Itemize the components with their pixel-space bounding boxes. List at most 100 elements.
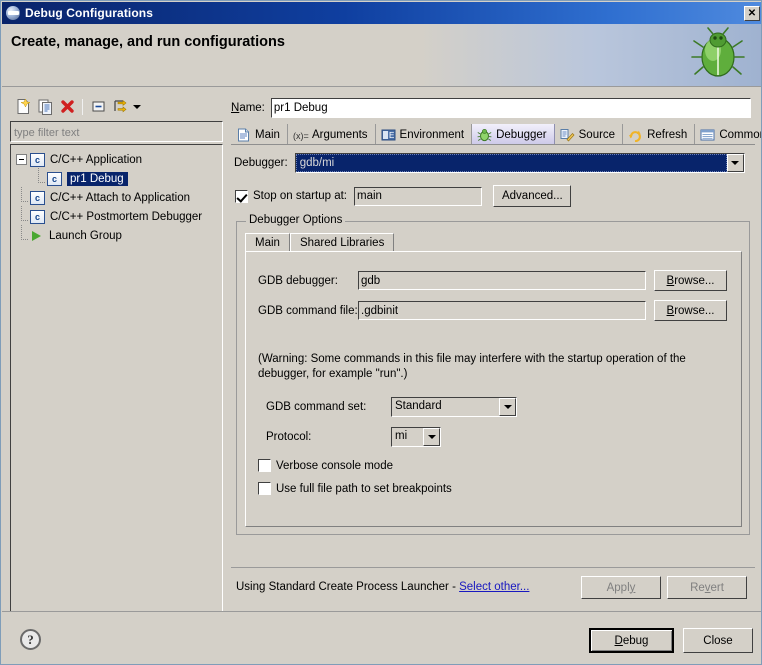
stop-on-startup-label: Stop on startup at: (253, 190, 347, 202)
tab-main[interactable]: Main (231, 124, 288, 145)
debugger-label: Debugger: (234, 157, 288, 169)
stop-on-startup-checkbox[interactable] (235, 189, 248, 203)
debugger-select-value: gdb/mi (295, 154, 727, 172)
chevron-down-icon[interactable] (423, 428, 440, 446)
inner-tab-main[interactable]: Main (245, 233, 290, 252)
source-pencil-icon (560, 128, 575, 142)
use-full-file-path-label: Use full file path to set breakpoints (276, 482, 452, 495)
configuration-editor-panel: Name: Main (x)= (231, 93, 761, 608)
configurations-tree-panel: c C/C++ Application c pr1 Debug c C/C++ … (9, 93, 224, 664)
gdb-command-file-warning: (Warning: Some commands in this file may… (258, 353, 686, 380)
tab-label: Common (719, 128, 762, 141)
close-button[interactable]: Close (683, 628, 753, 653)
tree-item-label: C/C++ Postmortem Debugger (50, 210, 203, 223)
use-full-file-path-row[interactable]: Use full file path to set breakpoints (258, 482, 452, 495)
title-bar: Debug Configurations ✕ (2, 2, 761, 24)
tree-guide (16, 187, 28, 203)
inner-tab-shared-libraries[interactable]: Shared Libraries (289, 233, 395, 252)
protocol-value: mi (392, 428, 423, 446)
configurations-tree[interactable]: c C/C++ Application c pr1 Debug c C/C++ … (10, 144, 223, 664)
chevron-down-icon[interactable] (726, 154, 744, 172)
help-icon[interactable]: ? (20, 629, 41, 650)
tab-common[interactable]: Common (695, 124, 762, 145)
tree-item-cpp-application[interactable]: c C/C++ Application (11, 150, 222, 169)
tree-item-label: C/C++ Application (50, 153, 143, 166)
tree-guide (16, 206, 28, 222)
use-full-file-path-checkbox[interactable] (258, 482, 271, 495)
name-row: Name: (231, 98, 755, 118)
verbose-console-mode-label: Verbose console mode (276, 459, 393, 472)
arguments-xe-icon: (x)= (293, 128, 309, 142)
tree-item-launch-group[interactable]: Launch Group (11, 225, 222, 245)
delete-red-x-icon[interactable] (56, 96, 78, 118)
select-other-launcher-link[interactable]: Select other... (459, 581, 529, 593)
tree-item-pr1-debug[interactable]: c pr1 Debug (11, 168, 222, 188)
c-file-icon: c (30, 190, 45, 205)
tree-item-label: C/C++ Attach to Application (50, 191, 191, 204)
tab-debugger[interactable]: Debugger (472, 124, 555, 145)
gdb-command-file-browse-button[interactable]: Browse... (654, 300, 727, 321)
environment-icon: E (381, 128, 396, 142)
filter-arrows-icon[interactable] (109, 96, 131, 118)
dialog-header: Create, manage, and run configurations (2, 24, 761, 87)
gdb-command-file-label: GDB command file: (258, 304, 358, 317)
protocol-label: Protocol: (266, 431, 312, 443)
gdb-debugger-label: GDB debugger: (258, 274, 338, 287)
verbose-console-mode-row[interactable]: Verbose console mode (258, 459, 393, 472)
svg-text:(x)=: (x)= (293, 131, 309, 141)
launcher-status: Using Standard Create Process Launcher -… (236, 581, 529, 593)
configuration-tabs: Main (x)= Arguments E Environment Debugg… (231, 123, 761, 145)
document-icon (236, 128, 251, 142)
c-file-icon: c (30, 152, 45, 167)
stop-on-startup-row: Stop on startup at: Advanced... (235, 185, 571, 207)
gdb-command-set-label: GDB command set: (266, 401, 367, 413)
gdb-debugger-browse-button[interactable]: Browse... (654, 270, 727, 291)
tab-arguments[interactable]: (x)= Arguments (287, 124, 376, 145)
gdb-command-set-row: GDB command set: Standard (266, 397, 517, 417)
tab-label: Refresh (647, 128, 688, 141)
new-document-icon[interactable] (12, 96, 34, 118)
collapse-all-icon[interactable] (87, 96, 109, 118)
tab-label: Environment (399, 128, 465, 141)
bug-icon (691, 27, 745, 77)
advanced-button[interactable]: Advanced... (492, 185, 571, 207)
debugger-select[interactable]: gdb/mi (294, 153, 745, 173)
apply-button[interactable]: Apply (581, 576, 661, 599)
svg-text:E: E (389, 131, 394, 140)
gdb-command-set-value: Standard (392, 398, 499, 416)
debugger-options-tabs: Main Shared Libraries (245, 232, 395, 252)
tree-item-cpp-attach-to-application[interactable]: c C/C++ Attach to Application (11, 187, 222, 207)
gdb-command-set-select[interactable]: Standard (391, 397, 517, 417)
tree-item-label: Launch Group (49, 229, 122, 242)
tab-refresh[interactable]: Refresh (623, 124, 696, 145)
stop-on-startup-input[interactable] (353, 186, 482, 206)
protocol-select[interactable]: mi (391, 427, 441, 447)
gdb-debugger-input[interactable] (358, 271, 646, 290)
debug-configurations-dialog: Debug Configurations ✕ Create, manage, a… (0, 0, 762, 665)
gdb-debugger-row: GDB debugger: Browse... (258, 270, 727, 291)
verbose-console-mode-checkbox[interactable] (258, 459, 271, 472)
expander-icon[interactable] (16, 154, 27, 165)
chevron-down-icon[interactable] (499, 398, 516, 416)
copy-icon[interactable] (34, 96, 56, 118)
chevron-down-icon[interactable] (131, 97, 143, 117)
tab-environment[interactable]: E Environment (375, 124, 473, 145)
window-close-button[interactable]: ✕ (744, 5, 760, 21)
filter-input[interactable] (10, 121, 223, 142)
revert-button[interactable]: Revert (667, 576, 747, 599)
gdb-command-file-row: GDB command file: Browse... (258, 300, 727, 321)
name-label: Name: (231, 102, 265, 114)
toolbar-separator (82, 98, 83, 115)
tab-source[interactable]: Source (554, 124, 624, 145)
debug-button[interactable]: Debug (589, 628, 674, 653)
tree-item-cpp-postmortem-debugger[interactable]: c C/C++ Postmortem Debugger (11, 206, 222, 226)
launch-group-play-icon (30, 229, 44, 243)
gdb-command-file-input[interactable] (358, 301, 646, 320)
launcher-status-text: Using Standard Create Process Launcher - (236, 581, 460, 593)
window-title: Debug Configurations (25, 6, 153, 20)
debugger-row: Debugger: gdb/mi (234, 153, 754, 173)
eclipse-globe-icon (6, 6, 20, 20)
tree-item-label: pr1 Debug (67, 171, 128, 186)
debugger-options-group: Debugger Options Main Shared Libraries G… (236, 214, 750, 535)
configuration-name-input[interactable] (270, 98, 751, 118)
